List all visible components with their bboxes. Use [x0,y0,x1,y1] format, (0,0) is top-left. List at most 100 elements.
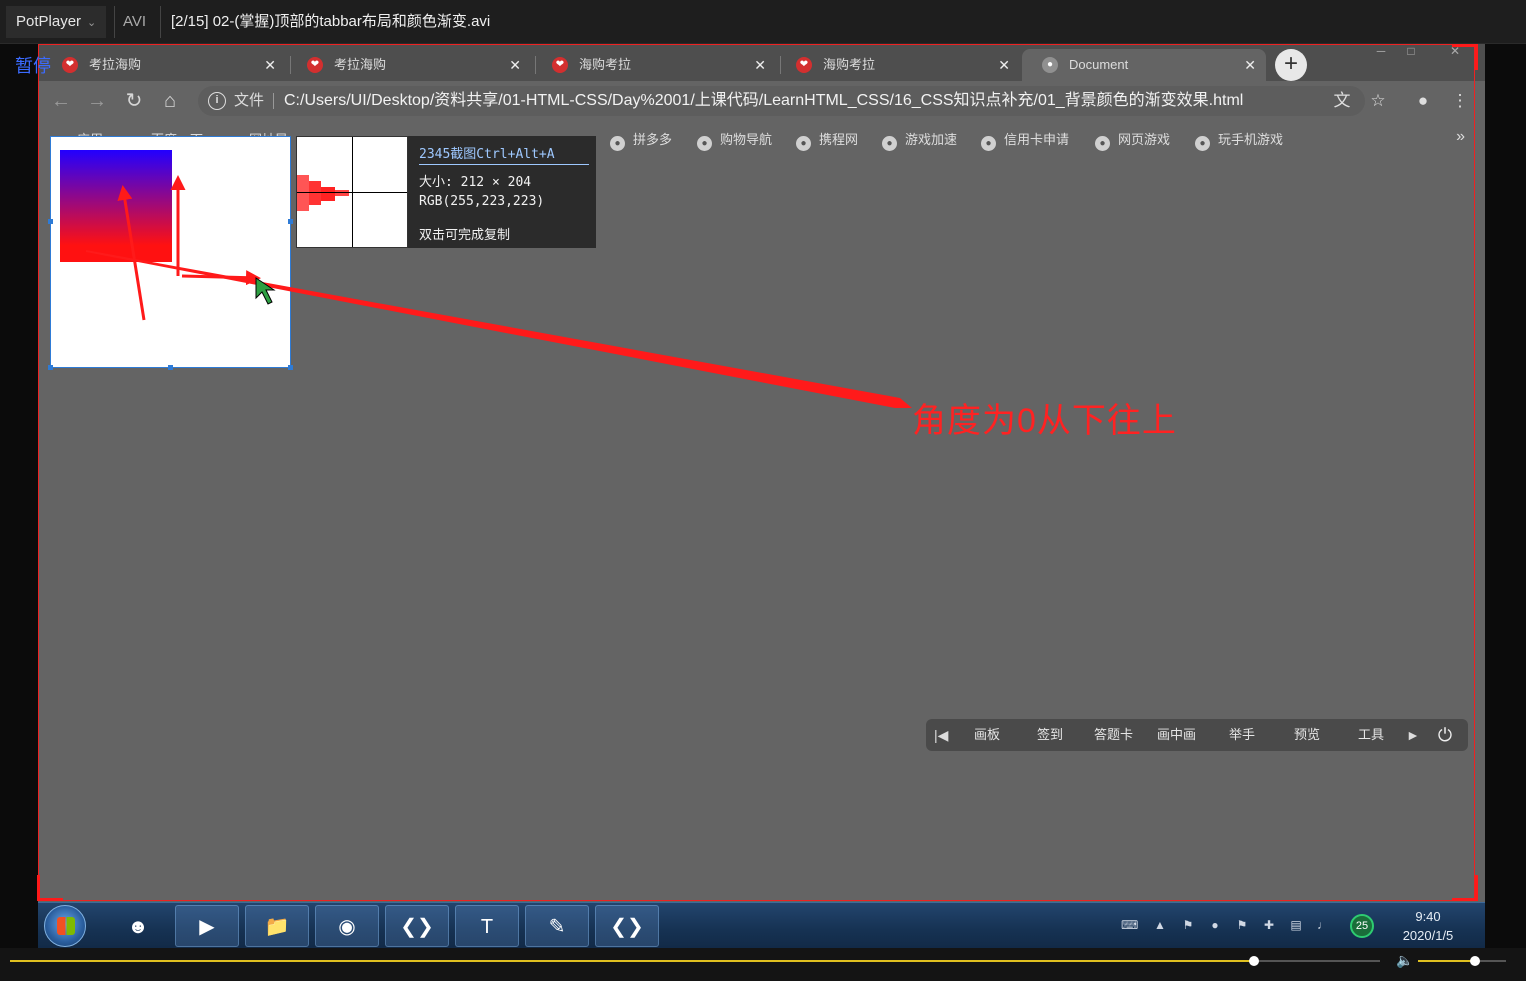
taskbar-vscode-app-2[interactable]: ❮❯ [595,905,659,947]
home-icon[interactable]: ⌂ [158,89,182,113]
update-icon[interactable]: ✚ [1261,917,1277,933]
speaker-muted-icon[interactable]: ♩ [1315,917,1331,933]
taskbar-explorer-app[interactable]: 📁 [245,905,309,947]
taskbar-avatar-app[interactable]: ☻ [106,905,170,947]
close-icon[interactable]: ✕ [754,49,766,81]
tool-whiteboard[interactable]: 画板 [974,719,1000,751]
start-button[interactable] [44,905,86,947]
tab-label: Document [1069,57,1129,72]
frame-corner [37,875,63,901]
action-center-flag-icon[interactable]: ⚑ [1234,917,1250,933]
selection-handle[interactable] [288,219,293,224]
taskbar-notes-app[interactable]: ✎ [525,905,589,947]
volume-icon[interactable]: 🔈 [1396,952,1413,969]
browser-tab-3[interactable]: ❤ 海购考拉 ✕ [532,49,776,81]
volume-handle[interactable] [1470,956,1481,966]
volume-slider[interactable] [1418,956,1506,966]
flag-icon[interactable]: ► [1406,719,1420,751]
keyboard-icon[interactable]: ⌨ [1121,917,1138,933]
browser-tab-2[interactable]: ❤ 考拉海购 ✕ [287,49,531,81]
bookmark-label: 拼多多 [633,132,673,147]
close-icon[interactable]: ✕ [1244,49,1256,81]
windows-logo-icon [57,917,75,935]
video-frame[interactable]: ❤ 考拉海购 ✕ ❤ 考拉海购 ✕ ❤ 海购考拉 ✕ ❤ 海购考拉 ✕ ● Do… [38,44,1485,948]
globe-icon: ● [1042,57,1058,73]
close-icon[interactable]: ✕ [264,49,276,81]
vscode-icon: ❮❯ [610,916,644,938]
capture-selection[interactable] [48,136,293,370]
power-icon[interactable]: ⏻ [1434,724,1456,746]
minimize-icon[interactable]: ─ [1366,44,1396,60]
globe-icon: ● [882,136,897,151]
tray-expand-icon[interactable]: ▲ [1152,917,1168,933]
selection-handle[interactable] [288,365,293,370]
bookmark-ctrip[interactable]: ● 携程网 [796,129,858,151]
maximize-icon[interactable]: □ [1396,44,1426,60]
chrome-icon: ◉ [338,916,356,938]
taskbar-vscode-app[interactable]: ❮❯ [385,905,449,947]
player-menu-button[interactable]: PotPlayer ⌄ [6,6,107,38]
class-toolbar: |◀ 画板 签到 答题卡 画中画 举手 预览 工具 ► ⏻ [926,719,1468,751]
bookmark-web-games[interactable]: ● 网页游戏 [1095,129,1170,151]
close-icon[interactable]: ✕ [509,49,521,81]
browser-tab-document[interactable]: ● Document ✕ [1022,49,1266,81]
crosshair-vertical [352,137,353,247]
bookmark-game-boost[interactable]: ● 游戏加速 [882,129,957,151]
close-icon[interactable]: ✕ [998,49,1010,81]
system-clock[interactable]: 9:40 2020/1/5 [1393,907,1463,945]
tool-picture-in-picture[interactable]: 画中画 [1157,719,1196,751]
browser-toolbar: ← → ↻ ⌂ i 文件 C:/Users/UI/Desktop/资料共享/01… [38,81,1485,121]
browser-tab-1[interactable]: ❤ 考拉海购 ✕ [42,49,286,81]
tool-preview[interactable]: 预览 [1294,719,1320,751]
bookmark-mobile-games[interactable]: ● 玩手机游戏 [1195,129,1283,151]
play-icon: ▶ [199,916,215,938]
bell-icon[interactable]: ⚑ [1180,917,1196,933]
clock-time: 9:40 [1415,909,1441,924]
bookmark-shopping-nav[interactable]: ● 购物导航 [697,129,772,151]
tool-sign-in[interactable]: 签到 [1037,719,1063,751]
address-url[interactable]: C:/Users/UI/Desktop/资料共享/01-HTML-CSS/Day… [284,86,1243,116]
seek-bar[interactable] [10,956,1380,966]
bookmark-credit-card[interactable]: ● 信用卡申请 [981,129,1069,151]
taskbar-typora-app[interactable]: T [455,905,519,947]
annotation-text: 角度为0从下往上 [912,402,1177,440]
collapse-icon[interactable]: |◀ [934,719,948,751]
seek-handle[interactable] [1248,956,1259,966]
pixel-color: RGB(255,223,223) [419,194,545,209]
text-icon: T [480,916,494,938]
taskbar-chrome-app[interactable]: ◉ [315,905,379,947]
more-menu-icon[interactable]: ⋮ [1448,89,1472,113]
profile-icon[interactable]: ● [1411,89,1435,113]
frame-corner [1452,44,1478,70]
back-arrow-icon[interactable]: ← [49,89,73,113]
selection-handle[interactable] [168,365,173,370]
info-icon[interactable]: i [208,92,226,110]
forward-arrow-icon[interactable]: → [85,89,109,113]
selection-handle[interactable] [48,219,53,224]
security-icon[interactable]: ● [1207,917,1223,933]
tool-answer-card[interactable]: 答题卡 [1094,719,1133,751]
tab-label: 考拉海购 [334,57,387,72]
bookmark-pinduoduo[interactable]: ● 拼多多 [610,129,672,151]
frame-corner [1452,875,1478,901]
tray-badge[interactable]: 25 [1350,914,1374,938]
tool-tools[interactable]: 工具 [1358,719,1384,751]
network-icon[interactable]: ▤ [1288,917,1304,933]
player-control-bar: 🔈 [0,948,1526,981]
translate-icon[interactable]: 文 [1330,89,1354,113]
reload-icon[interactable]: ↻ [122,89,146,113]
screenshot-info-panel: 2345截图Ctrl+Alt+A 大小: 212 × 204 RGB(255,2… [408,136,596,248]
browser-tab-4[interactable]: ❤ 海购考拉 ✕ [776,49,1020,81]
tab-label: 考拉海购 [89,57,142,72]
copy-hint: 双击可完成复制 [419,228,511,243]
taskbar-media-app[interactable]: ▶ [175,905,239,947]
globe-icon: ● [610,136,625,151]
volume-fill [1418,960,1476,962]
address-bar[interactable]: i 文件 C:/Users/UI/Desktop/资料共享/01-HTML-CS… [198,86,1365,116]
star-icon[interactable]: ☆ [1366,89,1390,113]
selection-handle[interactable] [48,365,53,370]
bookmark-label: 携程网 [819,132,859,147]
tool-raise-hand[interactable]: 举手 [1229,719,1255,751]
new-tab-button[interactable]: + [1275,49,1307,81]
chevron-double-right-icon[interactable]: » [1456,128,1465,146]
